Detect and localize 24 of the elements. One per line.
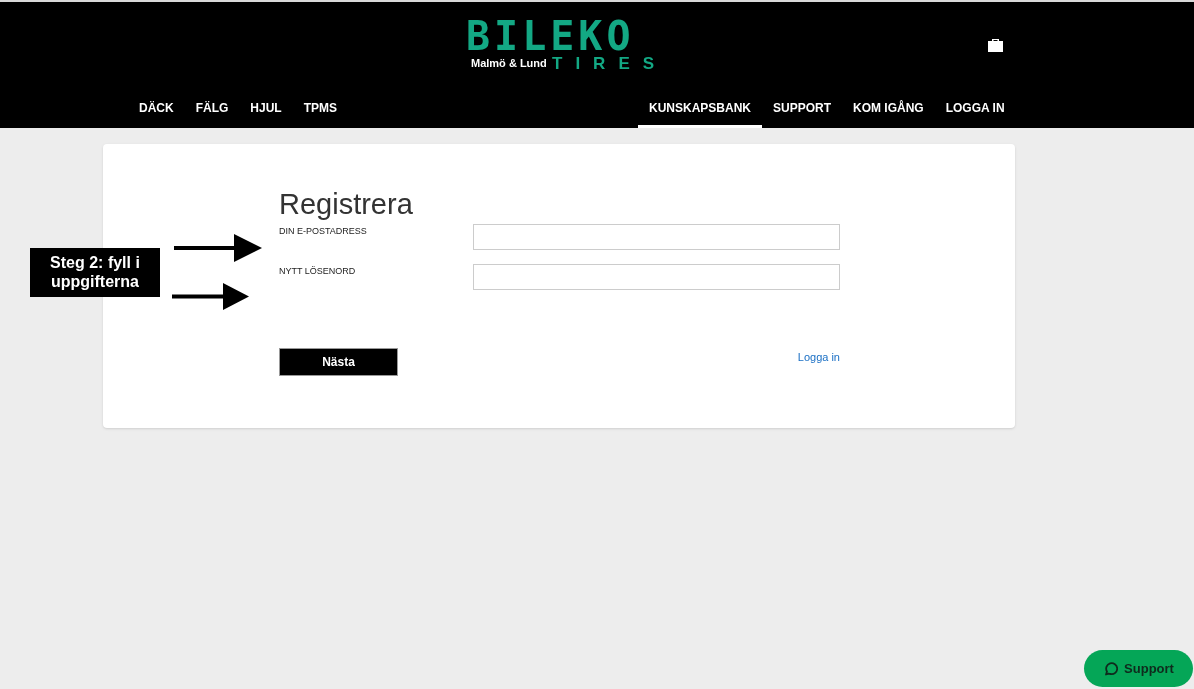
logo-location: Malmö & Lund xyxy=(471,56,547,70)
field-label: NYTT LÖSENORD xyxy=(279,265,356,278)
chat-bubble-icon xyxy=(1103,661,1119,676)
next-button[interactable]: Nästa xyxy=(279,348,398,376)
logo-wordmark: BILEKO xyxy=(466,16,635,56)
input-field[interactable] xyxy=(473,264,840,290)
nav-tab[interactable]: SUPPORT xyxy=(762,82,843,128)
input-field[interactable] xyxy=(473,224,840,250)
arrow-icon xyxy=(174,234,262,262)
logo-subtitle: TIRES xyxy=(552,54,668,74)
support-button[interactable]: Support xyxy=(1084,650,1193,687)
field-label: DIN E-POSTADRESS xyxy=(279,225,367,238)
nav-tab[interactable]: DÄCK xyxy=(128,82,185,128)
annotation-label: Steg 2: fyll i uppgifterna xyxy=(30,248,160,297)
form-title: Registrera xyxy=(279,187,414,222)
nav-tab[interactable]: TPMS xyxy=(292,82,349,128)
nav-tab[interactable]: KOM IGÅNG xyxy=(842,82,935,128)
arrow-icon xyxy=(172,283,249,310)
nav-tab[interactable]: KUNSKAPSBANK xyxy=(638,82,762,128)
nav-tab[interactable]: FÄLG xyxy=(184,82,240,128)
nav-tab[interactable]: HJUL xyxy=(239,82,293,128)
briefcase-icon[interactable] xyxy=(988,38,1003,52)
nav-tab[interactable]: LOGGA IN xyxy=(934,82,1016,128)
login-link[interactable]: Logga in xyxy=(797,349,840,366)
